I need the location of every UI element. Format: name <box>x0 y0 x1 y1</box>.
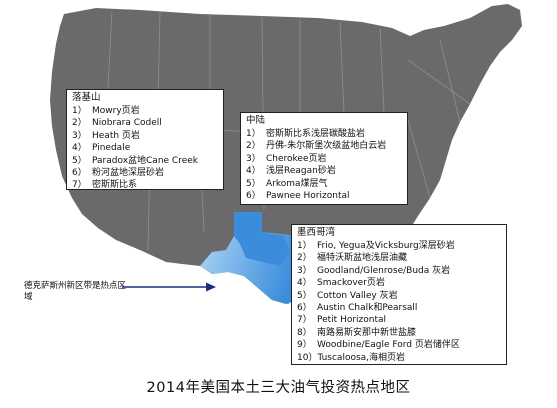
play-item: 6） 粉河盆地深层砂岩 <box>72 167 218 179</box>
play-item: 5） Arkoma煤层气 <box>246 178 402 190</box>
play-name: Tuscaloosa,海相页岩 <box>317 352 406 363</box>
play-item: 2） 福特沃斯盆地浅层油藏 <box>297 252 501 264</box>
play-name: Niobrara Codell <box>92 118 162 129</box>
play-name: Austin Chalk和Pearsall <box>317 303 418 314</box>
play-name: Mowry页岩 <box>92 106 140 116</box>
play-name: Pawnee Horizontal <box>266 191 350 202</box>
play-number: 3） <box>246 153 261 164</box>
play-name: Paradox盆地Cane Creek <box>92 155 198 166</box>
play-number: 3） <box>72 130 87 141</box>
play-item: 3） Cherokee页岩 <box>246 153 402 165</box>
arrow-to-texas <box>122 282 216 292</box>
play-name: 粉河盆地深层砂岩 <box>92 168 165 179</box>
play-list: 1） 密斯斯比系浅层碳酸盐岩 2） 丹佛-朱尔斯堡次级盆地白云岩 3） Cherokee页… <box>246 128 402 202</box>
play-name: Cherokee页岩 <box>266 153 327 164</box>
play-number: 10） <box>297 352 318 363</box>
play-item: 10）Tuscaloosa,海相页岩 <box>297 352 501 364</box>
play-name: Heath 页岩 <box>92 130 140 141</box>
play-name: Frio, Yegua及Vicksburg深层砂岩 <box>317 241 455 251</box>
play-item: 2） Niobrara Codell <box>72 117 218 129</box>
play-item: 1） 密斯斯比系浅层碳酸盐岩 <box>246 128 402 140</box>
map-figure: 落基山 1） Mowry页岩 2） Niobrara Codell 3） Heath 页岩… <box>0 0 557 408</box>
play-item: 7） Petit Horizontal <box>297 314 501 326</box>
play-number: 2） <box>297 253 312 264</box>
play-number: 4） <box>297 278 312 289</box>
play-item: 4） Smackover页岩 <box>297 277 501 289</box>
play-item: 6） Austin Chalk和Pearsall <box>297 302 501 314</box>
play-number: 3） <box>297 265 312 276</box>
play-item: 3） Heath 页岩 <box>72 130 218 142</box>
play-item: 1） Mowry页岩 <box>72 105 218 117</box>
play-number: 1） <box>72 106 87 116</box>
play-list: 1） Frio, Yegua及Vicksburg深层砂岩 2） 福特沃斯盆地浅层油藏 3… <box>297 240 501 364</box>
play-number: 7） <box>72 180 87 191</box>
region-title: 落基山 <box>72 92 101 103</box>
play-item: 5） Paradox盆地Cane Creek <box>72 155 218 167</box>
figure-caption: 2014年美国本土三大油气投资热点地区 <box>146 380 411 396</box>
region-title: 中陆 <box>246 115 266 126</box>
play-name: 浅层Reagan砂岩 <box>266 166 336 177</box>
region-box-mid-continent: 中陆 1） 密斯斯比系浅层碳酸盐岩 2） 丹佛-朱尔斯堡次级盆地白云岩 3） Cherok… <box>240 112 408 205</box>
play-number: 7） <box>297 315 312 326</box>
play-item: 2） 丹佛-朱尔斯堡次级盆地白云岩 <box>246 140 402 152</box>
play-name: Petit Horizontal <box>317 315 387 326</box>
play-number: 5） <box>246 178 261 189</box>
play-name: Arkoma煤层气 <box>266 178 328 189</box>
play-name: 丹佛-朱尔斯堡次级盆地白云岩 <box>266 141 387 152</box>
region-title: 墨西哥湾 <box>297 227 336 238</box>
play-number: 6） <box>246 191 261 202</box>
play-name: 密斯斯比系 <box>92 180 138 191</box>
play-name: Pinedale <box>92 143 131 154</box>
play-number: 1） <box>246 129 261 139</box>
play-name: 福特沃斯盆地浅层油藏 <box>317 253 408 264</box>
play-number: 5） <box>72 155 87 166</box>
play-number: 2） <box>246 141 261 152</box>
play-item: 8） 南路易斯安那中新世盐膝 <box>297 327 501 339</box>
play-number: 4） <box>72 143 87 154</box>
play-item: 5） Cotton Valley 灰岩 <box>297 290 501 302</box>
play-number: 5） <box>297 290 312 301</box>
play-item: 7） 密斯斯比系 <box>72 179 218 191</box>
play-item: 4） 浅层Reagan砂岩 <box>246 165 402 177</box>
region-box-gulf-of-mexico: 墨西哥湾 1） Frio, Yegua及Vicksburg深层砂岩 2） 福特沃斯盆地… <box>291 224 507 365</box>
play-item: 3） Goodland/Glenrose/Buda 灰岩 <box>297 265 501 277</box>
play-list: 1） Mowry页岩 2） Niobrara Codell 3） Heath 页岩 4） Pi… <box>72 105 218 192</box>
play-item: 1） Frio, Yegua及Vicksburg深层砂岩 <box>297 240 501 252</box>
play-number: 6） <box>72 168 87 179</box>
play-item: 9） Woodbine/Eagle Ford 页岩储伴区 <box>297 339 501 351</box>
play-item: 4） Pinedale <box>72 142 218 154</box>
play-number: 1） <box>297 241 312 251</box>
play-number: 8） <box>297 327 312 338</box>
play-number: 9） <box>297 340 312 351</box>
play-name: 密斯斯比系浅层碳酸盐岩 <box>266 129 366 139</box>
play-name: Woodbine/Eagle Ford 页岩储伴区 <box>317 340 460 351</box>
play-name: Goodland/Glenrose/Buda 灰岩 <box>317 265 451 276</box>
play-name: 南路易斯安那中新世盐膝 <box>317 327 417 338</box>
play-number: 6） <box>297 303 312 314</box>
play-number: 4） <box>246 166 261 177</box>
play-name: Smackover页岩 <box>317 278 385 289</box>
play-item: 6） Pawnee Horizontal <box>246 190 402 202</box>
region-box-rocky-mountains: 落基山 1） Mowry页岩 2） Niobrara Codell 3） Heath 页岩… <box>66 89 224 190</box>
play-number: 2） <box>72 118 87 129</box>
texas-note: 德克萨斯州新区带是热点区域 <box>24 281 127 302</box>
play-name: Cotton Valley 灰岩 <box>317 290 398 301</box>
